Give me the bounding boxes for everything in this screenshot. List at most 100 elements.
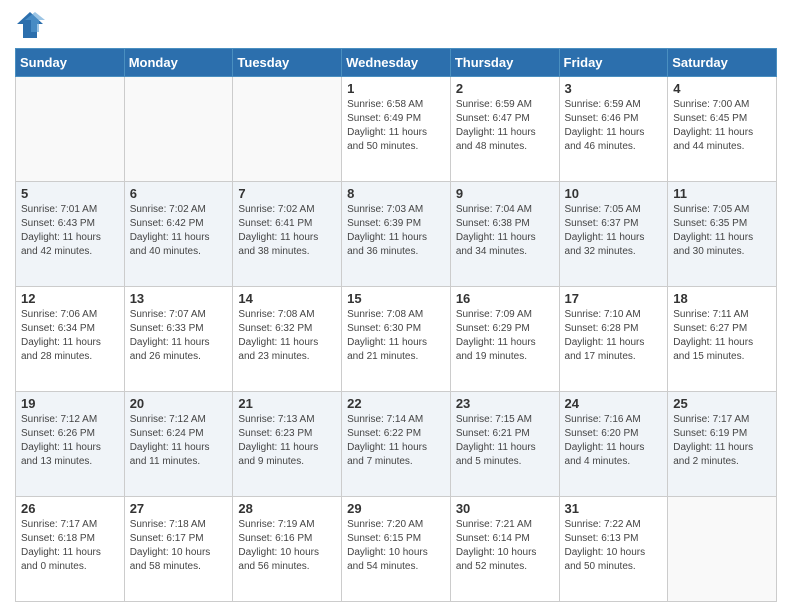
day-cell: 10Sunrise: 7:05 AM Sunset: 6:37 PM Dayli…	[559, 182, 668, 287]
day-cell: 8 Sunrise: 7:03 AM Sunset: 6:39 PM Daylig…	[342, 182, 451, 287]
day-number: 22	[347, 396, 445, 411]
day-info: Sunrise: 7:02 AM Sunset: 6:41 PM Dayligh…	[238, 203, 336, 259]
day-info: Sunrise: 7:20 AM Sunset: 6:15 PM Dayligh…	[347, 518, 445, 574]
day-number: 10	[565, 186, 663, 201]
day-number: 28	[238, 501, 336, 516]
day-number: 30	[456, 501, 554, 516]
day-number: 6	[130, 186, 228, 201]
day-cell: 6 Sunrise: 7:02 AM Sunset: 6:42 PM Daylig…	[124, 182, 233, 287]
day-info: Sunrise: 7:01 AM Sunset: 6:43 PM Dayligh…	[21, 203, 119, 259]
day-cell: 24 Sunrise: 7:16 AM Sunset: 6:20 PM Dayli…	[559, 392, 668, 497]
day-number: 5	[21, 186, 119, 201]
day-info: Sunrise: 6:58 AM Sunset: 6:49 PM Dayligh…	[347, 98, 445, 154]
weekday-monday: Monday	[124, 49, 233, 77]
weekday-friday: Friday	[559, 49, 668, 77]
day-cell: 26Sunrise: 7:17 AM Sunset: 6:18 PM Dayli…	[16, 497, 125, 602]
day-number: 13	[130, 291, 228, 306]
day-info: Sunrise: 7:10 AM Sunset: 6:28 PM Dayligh…	[565, 308, 663, 364]
day-cell: 9Sunrise: 7:04 AM Sunset: 6:38 PM Daylig…	[450, 182, 559, 287]
day-number: 9	[456, 186, 554, 201]
header	[15, 10, 777, 40]
day-cell	[233, 77, 342, 182]
day-cell: 16 Sunrise: 7:09 AM Sunset: 6:29 PM Dayli…	[450, 287, 559, 392]
day-cell: 3Sunrise: 6:59 AM Sunset: 6:46 PM Daylig…	[559, 77, 668, 182]
day-info: Sunrise: 7:17 AM Sunset: 6:19 PM Dayligh…	[673, 413, 771, 469]
day-number: 24	[565, 396, 663, 411]
day-info: Sunrise: 6:59 AM Sunset: 6:47 PM Dayligh…	[456, 98, 554, 154]
logo-icon	[15, 10, 45, 40]
day-cell: 2 Sunrise: 6:59 AM Sunset: 6:47 PM Daylig…	[450, 77, 559, 182]
weekday-wednesday: Wednesday	[342, 49, 451, 77]
day-cell: 29 Sunrise: 7:20 AM Sunset: 6:15 PM Dayli…	[342, 497, 451, 602]
day-info: Sunrise: 7:08 AM Sunset: 6:32 PM Dayligh…	[238, 308, 336, 364]
day-number: 29	[347, 501, 445, 516]
day-cell: 23 Sunrise: 7:15 AM Sunset: 6:21 PM Dayli…	[450, 392, 559, 497]
logo	[15, 10, 49, 40]
day-info: Sunrise: 7:15 AM Sunset: 6:21 PM Dayligh…	[456, 413, 554, 469]
day-number: 8	[347, 186, 445, 201]
day-number: 19	[21, 396, 119, 411]
weekday-thursday: Thursday	[450, 49, 559, 77]
day-number: 20	[130, 396, 228, 411]
day-number: 18	[673, 291, 771, 306]
day-cell: 28 Sunrise: 7:19 AM Sunset: 6:16 PM Dayli…	[233, 497, 342, 602]
day-info: Sunrise: 7:16 AM Sunset: 6:20 PM Dayligh…	[565, 413, 663, 469]
day-info: Sunrise: 7:09 AM Sunset: 6:29 PM Dayligh…	[456, 308, 554, 364]
day-cell	[668, 497, 777, 602]
day-cell: 14Sunrise: 7:08 AM Sunset: 6:32 PM Dayli…	[233, 287, 342, 392]
week-row-0: 1Sunrise: 6:58 AM Sunset: 6:49 PM Daylig…	[16, 77, 777, 182]
day-info: Sunrise: 7:12 AM Sunset: 6:26 PM Dayligh…	[21, 413, 119, 469]
day-info: Sunrise: 7:06 AM Sunset: 6:34 PM Dayligh…	[21, 308, 119, 364]
day-number: 31	[565, 501, 663, 516]
day-info: Sunrise: 7:12 AM Sunset: 6:24 PM Dayligh…	[130, 413, 228, 469]
day-info: Sunrise: 7:05 AM Sunset: 6:35 PM Dayligh…	[673, 203, 771, 259]
calendar: SundayMondayTuesdayWednesdayThursdayFrid…	[15, 48, 777, 602]
day-number: 17	[565, 291, 663, 306]
day-cell: 13 Sunrise: 7:07 AM Sunset: 6:33 PM Dayli…	[124, 287, 233, 392]
day-info: Sunrise: 7:19 AM Sunset: 6:16 PM Dayligh…	[238, 518, 336, 574]
day-info: Sunrise: 7:00 AM Sunset: 6:45 PM Dayligh…	[673, 98, 771, 154]
day-info: Sunrise: 7:11 AM Sunset: 6:27 PM Dayligh…	[673, 308, 771, 364]
day-info: Sunrise: 7:14 AM Sunset: 6:22 PM Dayligh…	[347, 413, 445, 469]
page: SundayMondayTuesdayWednesdayThursdayFrid…	[0, 0, 792, 612]
day-cell: 31 Sunrise: 7:22 AM Sunset: 6:13 PM Dayli…	[559, 497, 668, 602]
day-cell: 1Sunrise: 6:58 AM Sunset: 6:49 PM Daylig…	[342, 77, 451, 182]
day-cell: 7 Sunrise: 7:02 AM Sunset: 6:41 PM Daylig…	[233, 182, 342, 287]
week-row-3: 19 Sunrise: 7:12 AM Sunset: 6:26 PM Dayli…	[16, 392, 777, 497]
day-cell	[16, 77, 125, 182]
day-info: Sunrise: 7:08 AM Sunset: 6:30 PM Dayligh…	[347, 308, 445, 364]
day-cell: 19 Sunrise: 7:12 AM Sunset: 6:26 PM Dayli…	[16, 392, 125, 497]
day-cell: 17 Sunrise: 7:10 AM Sunset: 6:28 PM Dayli…	[559, 287, 668, 392]
day-number: 11	[673, 186, 771, 201]
day-cell: 21Sunrise: 7:13 AM Sunset: 6:23 PM Dayli…	[233, 392, 342, 497]
day-info: Sunrise: 7:13 AM Sunset: 6:23 PM Dayligh…	[238, 413, 336, 469]
day-info: Sunrise: 7:21 AM Sunset: 6:14 PM Dayligh…	[456, 518, 554, 574]
day-cell	[124, 77, 233, 182]
day-cell: 22 Sunrise: 7:14 AM Sunset: 6:22 PM Dayli…	[342, 392, 451, 497]
day-cell: 4 Sunrise: 7:00 AM Sunset: 6:45 PM Daylig…	[668, 77, 777, 182]
week-row-1: 5 Sunrise: 7:01 AM Sunset: 6:43 PM Daylig…	[16, 182, 777, 287]
day-cell: 27 Sunrise: 7:18 AM Sunset: 6:17 PM Dayli…	[124, 497, 233, 602]
day-cell: 5 Sunrise: 7:01 AM Sunset: 6:43 PM Daylig…	[16, 182, 125, 287]
day-info: Sunrise: 7:03 AM Sunset: 6:39 PM Dayligh…	[347, 203, 445, 259]
weekday-tuesday: Tuesday	[233, 49, 342, 77]
day-cell: 25Sunrise: 7:17 AM Sunset: 6:19 PM Dayli…	[668, 392, 777, 497]
day-cell: 18 Sunrise: 7:11 AM Sunset: 6:27 PM Dayli…	[668, 287, 777, 392]
weekday-row: SundayMondayTuesdayWednesdayThursdayFrid…	[16, 49, 777, 77]
weekday-saturday: Saturday	[668, 49, 777, 77]
day-number: 15	[347, 291, 445, 306]
day-number: 23	[456, 396, 554, 411]
day-info: Sunrise: 7:07 AM Sunset: 6:33 PM Dayligh…	[130, 308, 228, 364]
day-cell: 15 Sunrise: 7:08 AM Sunset: 6:30 PM Dayli…	[342, 287, 451, 392]
weekday-sunday: Sunday	[16, 49, 125, 77]
day-info: Sunrise: 6:59 AM Sunset: 6:46 PM Dayligh…	[565, 98, 663, 154]
day-info: Sunrise: 7:22 AM Sunset: 6:13 PM Dayligh…	[565, 518, 663, 574]
day-number: 4	[673, 81, 771, 96]
day-number: 7	[238, 186, 336, 201]
day-number: 2	[456, 81, 554, 96]
calendar-header: SundayMondayTuesdayWednesdayThursdayFrid…	[16, 49, 777, 77]
day-info: Sunrise: 7:02 AM Sunset: 6:42 PM Dayligh…	[130, 203, 228, 259]
day-info: Sunrise: 7:18 AM Sunset: 6:17 PM Dayligh…	[130, 518, 228, 574]
day-number: 27	[130, 501, 228, 516]
day-number: 16	[456, 291, 554, 306]
